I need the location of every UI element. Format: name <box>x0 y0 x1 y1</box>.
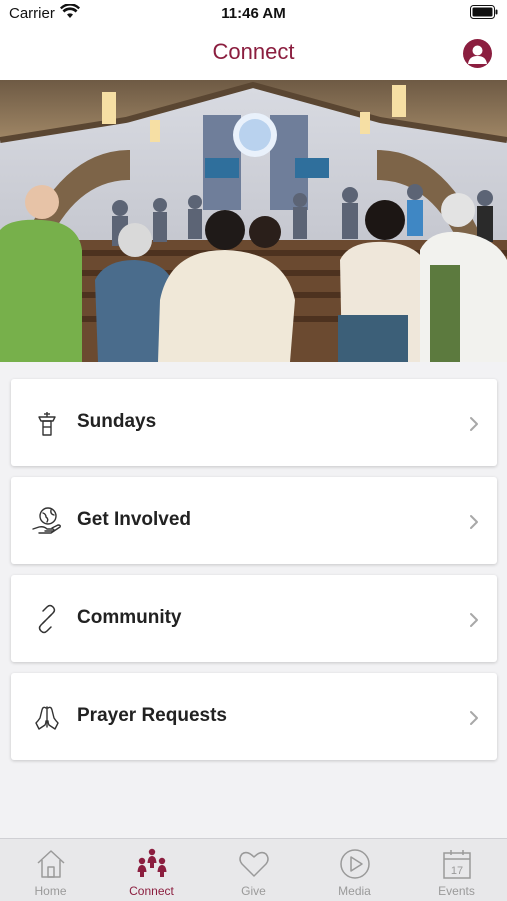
globe-hand-icon <box>32 507 61 534</box>
tab-label: Home <box>34 884 67 898</box>
menu-item-label: Prayer Requests <box>77 705 227 726</box>
link-icon <box>38 604 56 634</box>
home-icon <box>37 850 65 878</box>
navigation-bar: Connect <box>0 28 507 80</box>
menu-item-sundays[interactable]: Sundays <box>11 379 497 466</box>
page-title: Connect <box>212 39 295 64</box>
tab-label: Connect <box>129 884 174 898</box>
pulpit-icon <box>38 412 56 436</box>
menu-item-label: Sundays <box>77 411 157 432</box>
calendar-icon: 17 <box>443 850 471 879</box>
menu-item-get-involved[interactable]: Get Involved <box>11 477 497 564</box>
praying-hands-icon <box>35 706 59 730</box>
chevron-right-icon <box>470 613 478 627</box>
chevron-right-icon <box>470 711 478 725</box>
people-icon <box>137 848 167 877</box>
menu-item-community[interactable]: Community <box>11 575 497 662</box>
tab-bar: Home Connect Give Media 17 Events <box>0 838 507 901</box>
tab-label: Media <box>338 884 371 898</box>
status-bar: Carrier 11:46 AM <box>0 0 507 28</box>
chevron-right-icon <box>470 417 478 431</box>
play-icon <box>340 849 370 879</box>
tab-connect[interactable]: Connect <box>101 839 202 901</box>
menu-item-label: Community <box>77 607 182 628</box>
menu-item-prayer-requests[interactable]: Prayer Requests <box>11 673 497 760</box>
heart-icon <box>239 851 269 877</box>
tab-home[interactable]: Home <box>0 839 101 901</box>
tab-label: Give <box>241 884 266 898</box>
hero-image <box>0 80 507 362</box>
profile-button[interactable] <box>463 39 492 68</box>
menu-item-label: Get Involved <box>77 509 192 530</box>
church-congregation-photo <box>0 80 507 362</box>
tab-label: Events <box>438 884 475 898</box>
chevron-right-icon <box>470 515 478 529</box>
tab-give[interactable]: Give <box>203 839 304 901</box>
battery-icon <box>470 5 498 19</box>
status-time: 11:46 AM <box>221 5 286 22</box>
tab-media[interactable]: Media <box>304 839 405 901</box>
svg-text:17: 17 <box>451 865 463 877</box>
profile-icon <box>468 45 487 64</box>
tab-events[interactable]: 17 Events <box>406 839 507 901</box>
